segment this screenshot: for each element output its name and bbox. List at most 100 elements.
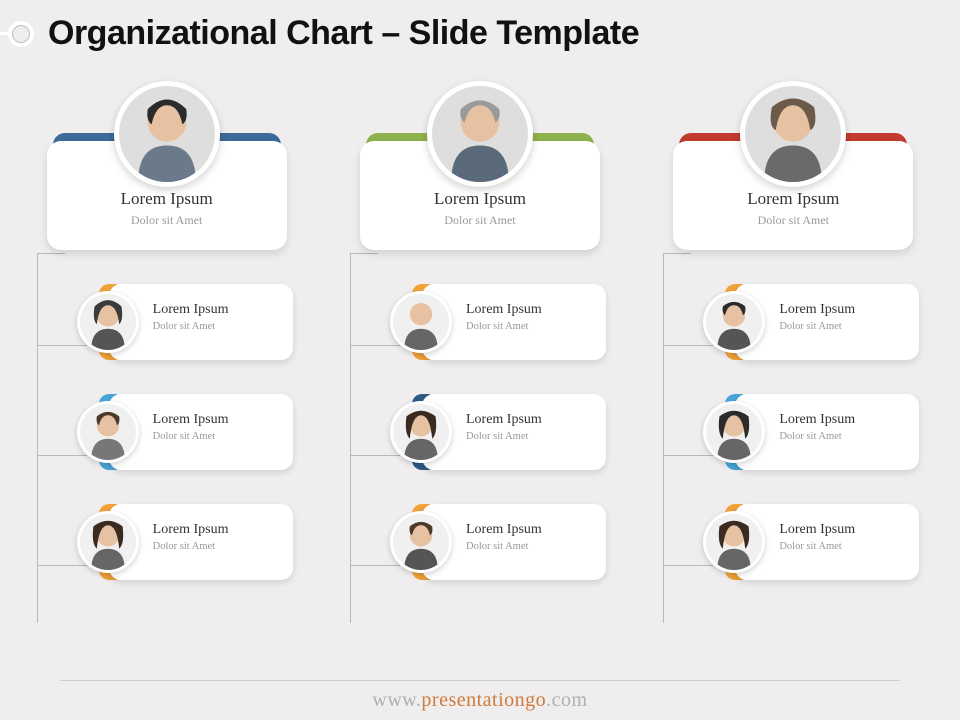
connector-line: [350, 345, 400, 346]
avatar-image: [80, 294, 136, 350]
org-child-card: Lorem Ipsum Dolor sit Amet: [396, 504, 606, 580]
org-child-card: Lorem Ipsum Dolor sit Amet: [83, 504, 293, 580]
org-column-2: Lorem Ipsum Dolor sit Amet Lorem Ipsum D…: [643, 83, 943, 580]
connector-line: [37, 253, 65, 254]
person-role: Dolor sit Amet: [683, 213, 903, 228]
org-chart: Lorem Ipsum Dolor sit Amet Lorem Ipsum D…: [0, 63, 960, 580]
footer-mid: presentationgo: [421, 689, 546, 711]
avatar: [740, 81, 846, 187]
avatar-image: [393, 514, 449, 570]
person-role: Dolor sit Amet: [153, 321, 283, 332]
person-role: Dolor sit Amet: [370, 213, 590, 228]
person-icon: [80, 514, 136, 570]
slide-footer: www.presentationgo.com: [0, 680, 960, 712]
org-column-1: Lorem Ipsum Dolor sit Amet Lorem Ipsum D…: [330, 83, 630, 580]
connector-line: [663, 565, 713, 566]
org-child-card: Lorem Ipsum Dolor sit Amet: [83, 284, 293, 360]
person-name: Lorem Ipsum: [779, 412, 909, 428]
person-icon: [393, 514, 449, 570]
avatar: [114, 81, 220, 187]
person-icon: [393, 404, 449, 460]
person-icon: [706, 294, 762, 350]
person-role: Dolor sit Amet: [466, 541, 596, 552]
divider: [60, 680, 900, 681]
footer-url: www.presentationgo.com: [0, 689, 960, 712]
person-role: Dolor sit Amet: [779, 431, 909, 442]
person-name: Lorem Ipsum: [466, 412, 596, 428]
org-column-0: Lorem Ipsum Dolor sit Amet Lorem Ipsum D…: [17, 83, 317, 580]
org-child-card: Lorem Ipsum Dolor sit Amet: [709, 394, 919, 470]
avatar-image: [393, 404, 449, 460]
avatar-image: [393, 294, 449, 350]
person-icon: [393, 294, 449, 350]
person-role: Dolor sit Amet: [466, 321, 596, 332]
avatar: [77, 401, 139, 463]
avatar: [703, 291, 765, 353]
person-name: Lorem Ipsum: [466, 522, 596, 538]
connector-line: [663, 253, 691, 254]
avatar-image: [80, 514, 136, 570]
slide-title: Organizational Chart – Slide Template: [48, 14, 639, 53]
connector-line: [37, 345, 87, 346]
person-name: Lorem Ipsum: [370, 189, 590, 209]
org-head-card: Lorem Ipsum Dolor sit Amet: [673, 133, 913, 250]
avatar: [703, 401, 765, 463]
person-icon: [706, 514, 762, 570]
connector-line: [350, 253, 351, 623]
connector-line: [350, 253, 378, 254]
org-child-card: Lorem Ipsum Dolor sit Amet: [709, 504, 919, 580]
avatar: [77, 291, 139, 353]
person-role: Dolor sit Amet: [153, 431, 283, 442]
connector-line: [37, 455, 87, 456]
avatar-image: [432, 86, 528, 182]
person-role: Dolor sit Amet: [466, 431, 596, 442]
avatar-image: [119, 86, 215, 182]
person-role: Dolor sit Amet: [779, 321, 909, 332]
person-icon: [80, 404, 136, 460]
avatar-image: [706, 514, 762, 570]
org-child-card: Lorem Ipsum Dolor sit Amet: [396, 284, 606, 360]
person-icon: [706, 404, 762, 460]
slide-header: Organizational Chart – Slide Template: [0, 0, 960, 63]
org-child-card: Lorem Ipsum Dolor sit Amet: [83, 394, 293, 470]
connector-line: [663, 253, 664, 623]
avatar: [77, 511, 139, 573]
person-name: Lorem Ipsum: [153, 522, 283, 538]
connector-line: [350, 455, 400, 456]
person-icon: [432, 86, 528, 182]
person-name: Lorem Ipsum: [466, 302, 596, 318]
connector-line: [37, 253, 38, 623]
avatar-image: [706, 294, 762, 350]
footer-prefix: www.: [372, 689, 421, 711]
connector-line: [663, 455, 713, 456]
avatar: [427, 81, 533, 187]
title-bullet-icon: [8, 21, 34, 47]
avatar-image: [745, 86, 841, 182]
person-name: Lorem Ipsum: [57, 189, 277, 209]
connector-line: [663, 345, 713, 346]
person-name: Lorem Ipsum: [779, 302, 909, 318]
avatar: [703, 511, 765, 573]
person-name: Lorem Ipsum: [153, 302, 283, 318]
org-head-card: Lorem Ipsum Dolor sit Amet: [47, 133, 287, 250]
connector-line: [37, 565, 87, 566]
person-name: Lorem Ipsum: [683, 189, 903, 209]
person-name: Lorem Ipsum: [153, 412, 283, 428]
avatar: [390, 291, 452, 353]
org-child-card: Lorem Ipsum Dolor sit Amet: [396, 394, 606, 470]
person-role: Dolor sit Amet: [779, 541, 909, 552]
avatar-image: [80, 404, 136, 460]
person-name: Lorem Ipsum: [779, 522, 909, 538]
org-head-card: Lorem Ipsum Dolor sit Amet: [360, 133, 600, 250]
person-icon: [80, 294, 136, 350]
person-role: Dolor sit Amet: [153, 541, 283, 552]
org-child-card: Lorem Ipsum Dolor sit Amet: [709, 284, 919, 360]
person-role: Dolor sit Amet: [57, 213, 277, 228]
person-icon: [119, 86, 215, 182]
avatar-image: [706, 404, 762, 460]
connector-line: [350, 565, 400, 566]
avatar: [390, 511, 452, 573]
footer-suffix: .com: [546, 689, 587, 711]
person-icon: [745, 86, 841, 182]
avatar: [390, 401, 452, 463]
